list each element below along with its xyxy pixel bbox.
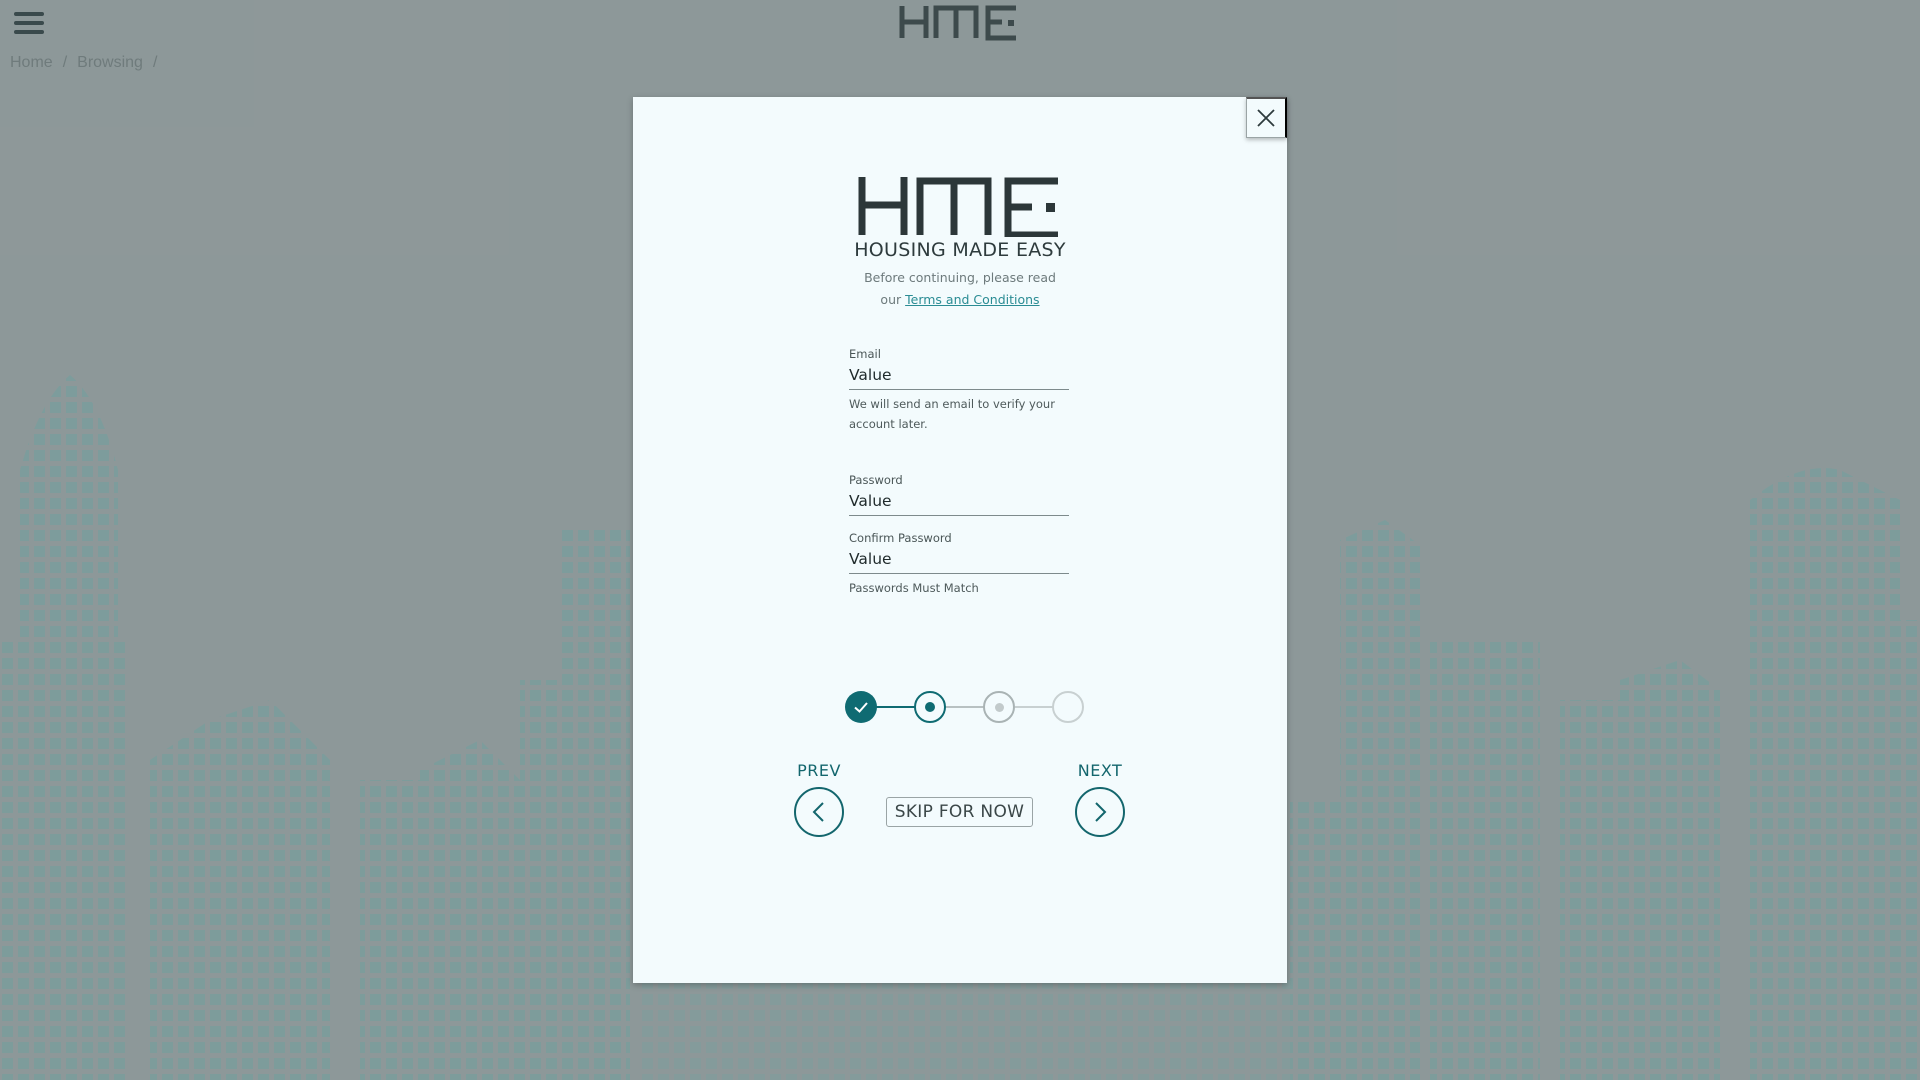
step-dot-icon — [994, 702, 1004, 712]
brand-logo — [858, 177, 1058, 237]
menu-button[interactable] — [14, 8, 48, 38]
terms-notice-prefix: our — [880, 292, 902, 307]
step-3-pending — [983, 691, 1015, 723]
confirm-password-label: Confirm Password — [849, 531, 952, 545]
skip-for-now-button[interactable]: SKIP FOR NOW — [886, 797, 1033, 827]
brand-tagline: HOUSING MADE EASY — [854, 239, 1066, 261]
breadcrumb-separator: / — [152, 54, 158, 71]
password-input[interactable] — [849, 487, 1069, 516]
close-icon — [1257, 109, 1275, 127]
close-button[interactable] — [1246, 97, 1287, 138]
next-label: NEXT — [1077, 761, 1123, 780]
check-icon — [854, 702, 868, 713]
email-label: Email — [849, 347, 881, 361]
confirm-password-helper-text: Passwords Must Match — [849, 581, 979, 595]
email-helper-text: We will send an email to verify your acc… — [849, 397, 1055, 431]
password-label: Password — [849, 473, 903, 487]
step-2-current — [914, 691, 946, 723]
breadcrumb: Home / Browsing / — [10, 54, 157, 72]
chevron-right-icon — [1095, 802, 1107, 822]
terms-link[interactable]: Terms and Conditions — [905, 292, 1039, 307]
stepper-connector — [875, 706, 915, 708]
prev-button[interactable] — [794, 787, 844, 837]
confirm-password-input[interactable] — [849, 545, 1069, 574]
breadcrumb-separator: / — [62, 54, 68, 71]
breadcrumb-home[interactable]: Home — [10, 54, 53, 72]
next-button[interactable] — [1075, 787, 1125, 837]
app-logo — [899, 5, 1016, 41]
terms-notice: Before continuing, please read our Terms… — [633, 267, 1287, 311]
step-1-complete — [845, 691, 877, 723]
stepper-connector — [945, 706, 985, 708]
stepper-connector — [1015, 706, 1055, 708]
hamburger-icon — [14, 12, 44, 16]
terms-notice-line1: Before continuing, please read — [864, 270, 1056, 285]
confirm-password-field-group: Confirm Password Passwords Must Match — [849, 531, 1069, 598]
prev-label: PREV — [797, 761, 841, 780]
signup-modal: HOUSING MADE EASY Before continuing, ple… — [633, 97, 1287, 983]
progress-stepper — [845, 690, 1084, 724]
password-field-group: Password — [849, 473, 1069, 516]
step-dot-icon — [925, 702, 935, 712]
email-input[interactable] — [849, 361, 1069, 390]
step-4-empty — [1052, 691, 1084, 723]
chevron-left-icon — [812, 802, 824, 822]
breadcrumb-browsing[interactable]: Browsing — [77, 54, 143, 72]
email-field-group: Email We will send an email to verify yo… — [849, 347, 1069, 434]
